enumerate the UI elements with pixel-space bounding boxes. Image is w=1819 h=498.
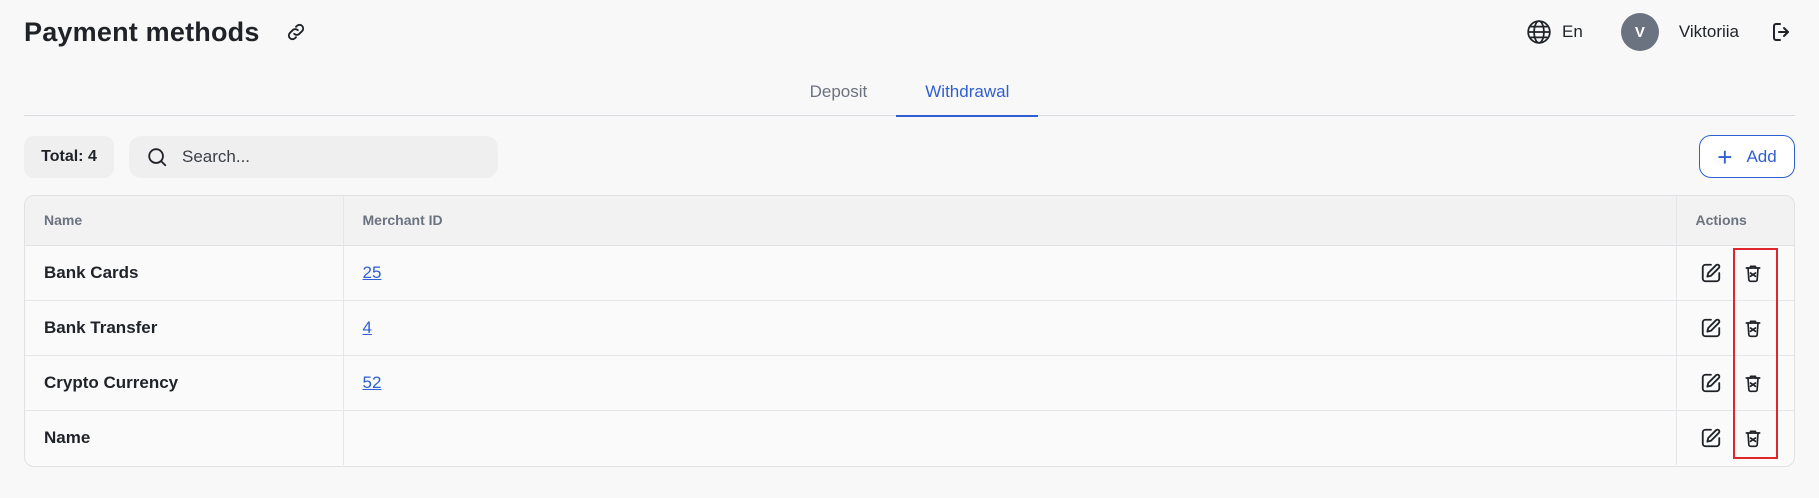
column-header-actions: Actions [1675,196,1794,246]
column-header-name[interactable]: Name [25,196,343,246]
search-icon [148,148,167,167]
avatar: V [1620,13,1659,51]
user-name: Viktoriia [1678,22,1739,41]
header-actions: En V Viktoriia [1526,13,1795,51]
row-name: Bank Transfer [25,300,343,356]
table-row: Bank Transfer 4 [25,300,1794,356]
page-title: Payment methods [24,16,260,47]
payment-methods-table: Name Merchant ID Actions Bank Cards 25 B… [24,195,1795,467]
tab-withdrawal[interactable]: Withdrawal [896,74,1039,117]
total-count: Total: 4 [24,136,114,178]
edit-icon[interactable] [1699,316,1723,340]
language-selector[interactable]: En [1526,19,1583,45]
table-row: Crypto Currency 52 [25,355,1794,411]
row-name: Name [44,427,91,447]
table-row: Bank Cards 25 [25,245,1794,301]
merchant-id-link[interactable]: 4 [363,318,372,337]
globe-icon [1527,20,1551,44]
search-box[interactable] [129,136,498,178]
tab-bar: Deposit Withdrawal [24,74,1795,117]
highlight-box [1733,248,1778,459]
plus-icon: + [1717,141,1733,172]
add-button[interactable]: + Add [1699,135,1795,178]
table-row: Name [25,410,1794,465]
row-merchant-id: 52 [342,355,1676,411]
row-merchant-id: 25 [342,245,1676,301]
tab-deposit[interactable]: Deposit [781,74,897,116]
edit-icon[interactable] [1699,426,1723,450]
edit-icon[interactable] [1699,371,1723,395]
link-icon[interactable] [282,18,310,46]
table-header-row: Name Merchant ID Actions [25,196,1794,246]
row-merchant-id [342,410,1676,465]
user-menu[interactable]: V Viktoriia [1620,13,1739,51]
edit-icon[interactable] [1699,261,1723,285]
logout-icon[interactable] [1769,19,1795,45]
add-button-label: Add [1746,146,1777,166]
row-name: Crypto Currency [25,355,343,411]
row-merchant-id: 4 [342,300,1676,356]
page-header: Payment methods En V Viktoriia [24,13,1795,51]
row-name: Bank Cards [25,245,343,301]
column-header-merchant-id[interactable]: Merchant ID [342,196,1676,246]
merchant-id-link[interactable]: 25 [363,263,382,282]
language-label: En [1562,22,1583,41]
merchant-id-link[interactable]: 52 [363,373,382,392]
search-input[interactable] [182,147,482,167]
